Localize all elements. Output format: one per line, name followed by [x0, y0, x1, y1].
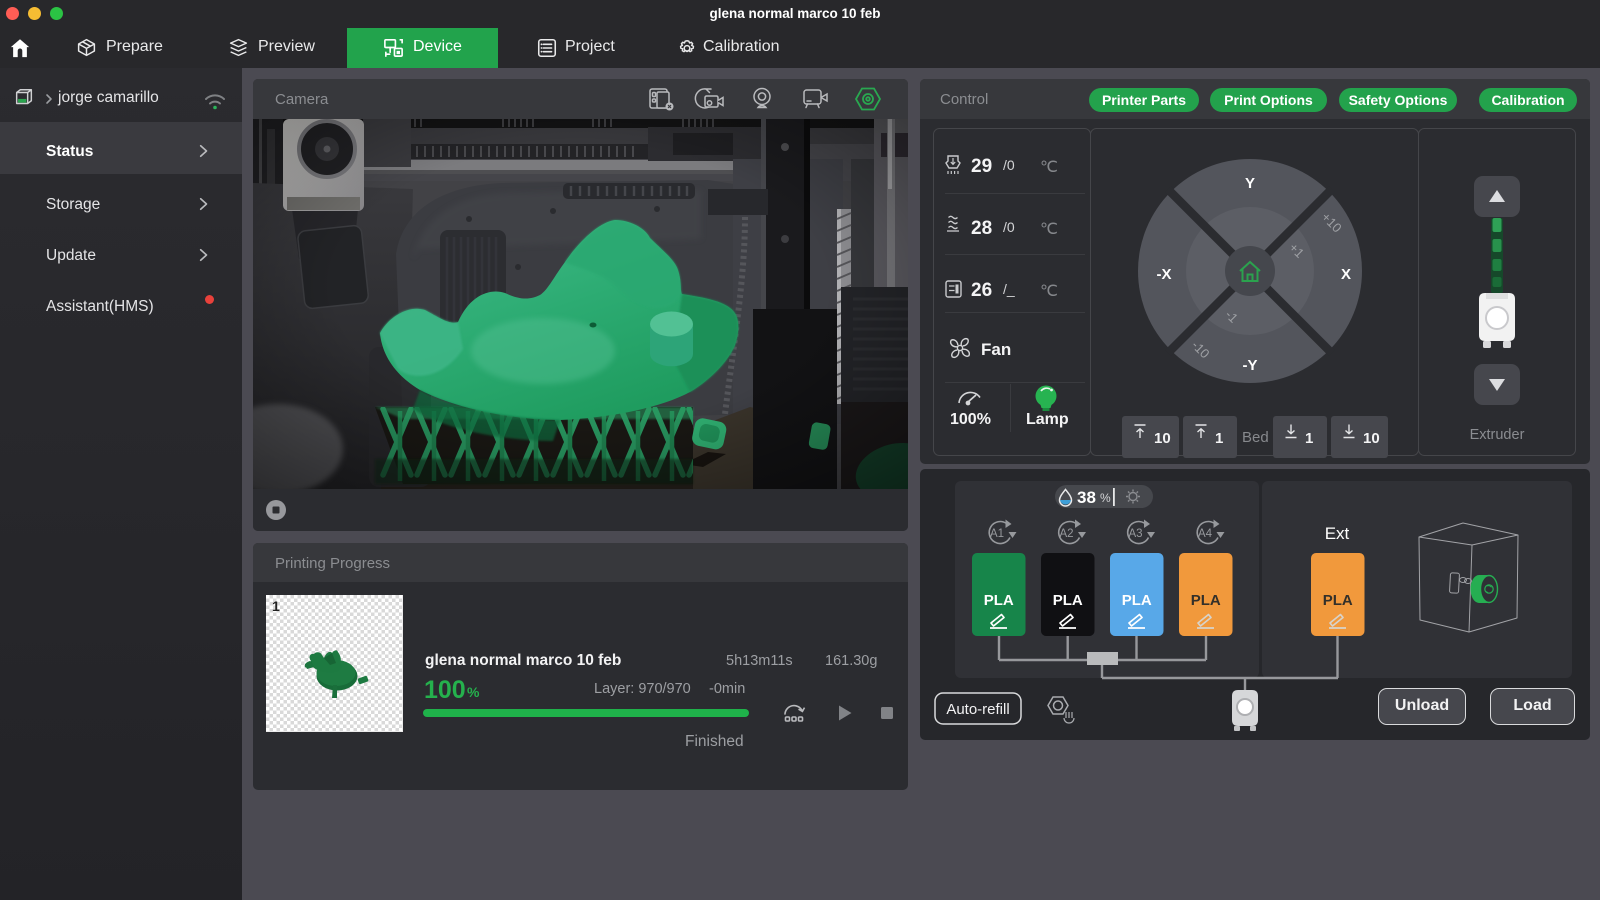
- svg-text:/0: /0: [1003, 219, 1015, 235]
- svg-text:-Y: -Y: [1243, 357, 1258, 374]
- svg-text:/_: /_: [1003, 281, 1015, 297]
- svg-text:A4: A4: [1198, 528, 1213, 540]
- svg-text:A2: A2: [1060, 528, 1074, 540]
- svg-text:/0: /0: [1003, 157, 1015, 173]
- svg-text:A3: A3: [1129, 528, 1143, 540]
- svg-text:PLA: PLA: [1122, 592, 1152, 609]
- svg-text:Ext: Ext: [1325, 524, 1350, 543]
- svg-text:℃: ℃: [1040, 159, 1058, 176]
- svg-text:PLA: PLA: [1053, 592, 1083, 609]
- svg-text:-X: -X: [1157, 266, 1172, 283]
- svg-text:Y: Y: [1245, 175, 1255, 192]
- svg-text:Extruder: Extruder: [1470, 427, 1525, 443]
- svg-text:℃: ℃: [1040, 221, 1058, 238]
- svg-text:A1: A1: [990, 528, 1004, 540]
- svg-text:Fan: Fan: [981, 340, 1011, 359]
- svg-text:Lamp: Lamp: [1026, 411, 1069, 428]
- svg-text:10: 10: [1363, 430, 1380, 447]
- svg-text:1: 1: [1215, 430, 1223, 447]
- svg-text:℃: ℃: [1040, 283, 1058, 300]
- svg-text:%: %: [1100, 491, 1111, 505]
- svg-text:PLA: PLA: [1191, 592, 1221, 609]
- svg-text:10: 10: [1154, 430, 1171, 447]
- svg-text:29: 29: [971, 156, 992, 177]
- svg-text:38: 38: [1077, 488, 1096, 507]
- svg-text:Auto-refill: Auto-refill: [946, 701, 1009, 718]
- svg-text:X: X: [1341, 266, 1351, 283]
- svg-text:28: 28: [971, 218, 992, 239]
- svg-text:Bed: Bed: [1242, 429, 1269, 446]
- svg-text:26: 26: [971, 280, 992, 301]
- svg-text:100%: 100%: [950, 411, 991, 428]
- svg-text:PLA: PLA: [1323, 592, 1353, 609]
- svg-text:PLA: PLA: [984, 592, 1014, 609]
- svg-text:1: 1: [1305, 430, 1313, 447]
